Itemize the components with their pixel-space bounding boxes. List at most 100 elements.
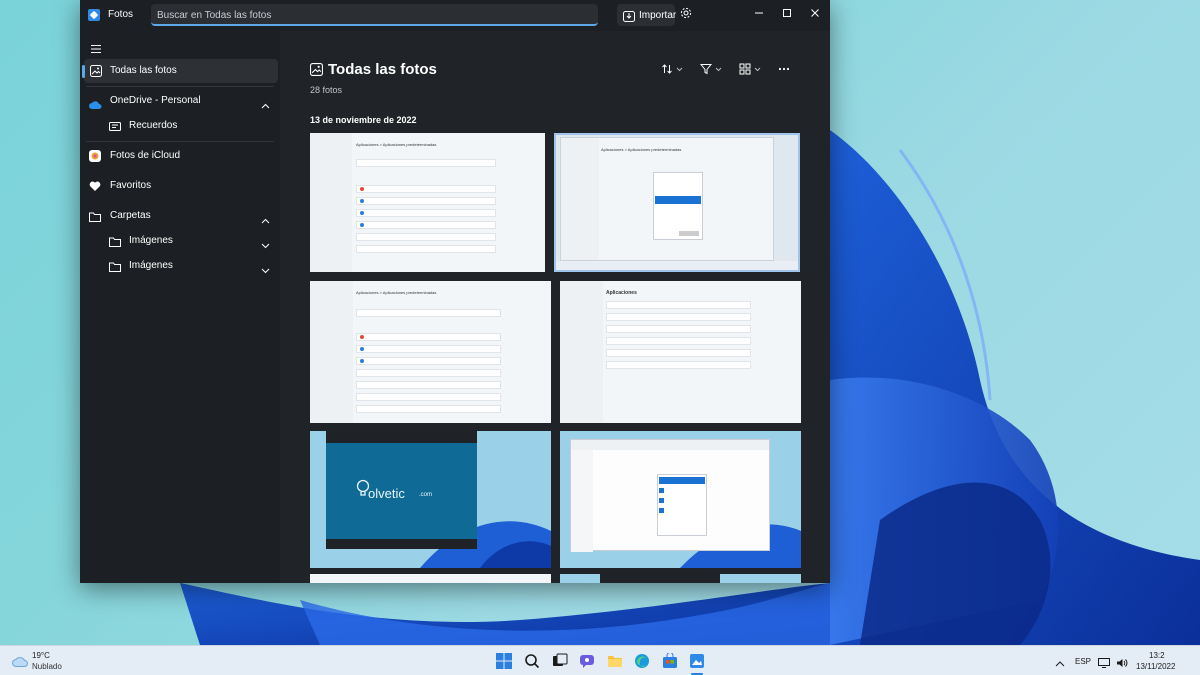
- import-button[interactable]: Importar: [617, 4, 677, 26]
- thumbnail-content: [606, 325, 751, 333]
- file-explorer-icon[interactable]: [607, 653, 623, 669]
- windows-start-icon[interactable]: [496, 653, 512, 669]
- sidebar-item-label: Favoritos: [110, 180, 152, 191]
- thumbnail-content: [310, 133, 353, 272]
- sidebar-item-label: Imágenes: [129, 260, 173, 271]
- thumbnail-content: [600, 574, 720, 583]
- thumbnail-caption: Aplicaciones > Aplicaciones predetermina…: [356, 142, 437, 147]
- volume-icon[interactable]: [1116, 655, 1132, 671]
- more-icon: [778, 67, 790, 71]
- thumbnail-content: olvetic .com: [326, 431, 477, 549]
- settings-gear-icon[interactable]: [680, 6, 692, 24]
- monitor-icon[interactable]: [1098, 655, 1114, 671]
- sidebar-item-memories[interactable]: Recuerdos: [80, 114, 280, 138]
- language-indicator[interactable]: ESP: [1075, 657, 1091, 666]
- weather-temperature[interactable]: 19°C: [32, 651, 50, 660]
- sidebar-item-folders[interactable]: Carpetas: [80, 204, 280, 228]
- photo-thumbnail[interactable]: [560, 574, 801, 583]
- thumbnail-content: [360, 187, 364, 191]
- thumbnail-content: [659, 508, 664, 513]
- search-box[interactable]: [151, 4, 662, 26]
- photos-app-icon[interactable]: [689, 653, 705, 669]
- thumbnail-content: [356, 209, 496, 217]
- thumbnail-content: [659, 498, 664, 503]
- thumbnail-content: [570, 439, 770, 552]
- photo-thumbnail[interactable]: [310, 574, 551, 583]
- thumbnail-content: [571, 440, 769, 450]
- thumbnail-content: [356, 369, 501, 377]
- folder-icon: [89, 209, 101, 227]
- minimize-icon: [755, 12, 763, 14]
- microsoft-store-icon[interactable]: [662, 652, 678, 669]
- main-content: Todas las fotos 28 fotos 13 de noviembre…: [280, 31, 830, 583]
- sidebar-item-icloud[interactable]: Fotos de iCloud: [80, 144, 280, 168]
- thumbnail-content: [571, 450, 593, 552]
- chevron-down-icon: [676, 67, 683, 71]
- sidebar-item-images-1[interactable]: Imágenes: [80, 229, 280, 253]
- thumbnail-content: [606, 337, 751, 345]
- sidebar-item-onedrive[interactable]: OneDrive - Personal: [80, 89, 280, 113]
- photo-thumbnail[interactable]: Aplicaciones > Aplicaciones predetermina…: [310, 281, 551, 423]
- thumbnail-content: [356, 309, 501, 317]
- thumbnail-content: Aplicaciones > Aplicaciones predetermina…: [560, 137, 774, 261]
- import-label: Importar: [639, 10, 677, 21]
- photo-count: 28 fotos: [310, 85, 343, 95]
- clock-date[interactable]: 13/11/2022: [1136, 662, 1175, 671]
- search-input[interactable]: [157, 7, 567, 23]
- edge-browser-icon[interactable]: [634, 653, 650, 669]
- photo-thumbnail[interactable]: Aplicaciones: [560, 281, 801, 423]
- thumbnail-content: [360, 335, 364, 339]
- thumbnail-caption: Aplicaciones: [606, 290, 637, 296]
- folder-icon: [109, 259, 121, 277]
- chat-icon[interactable]: [579, 653, 595, 669]
- thumbnail-content: [360, 223, 364, 227]
- thumbnail-content: [356, 159, 496, 167]
- chevron-down-icon[interactable]: [261, 236, 270, 254]
- chevron-up-icon[interactable]: [261, 96, 270, 114]
- olvetic-logo-suffix: .com: [419, 492, 433, 498]
- photo-thumbnail[interactable]: [560, 431, 801, 568]
- chevron-up-icon[interactable]: [261, 211, 270, 229]
- taskbar: 19°C Nublado ESP 13:2 13/11/2022: [0, 645, 1200, 675]
- task-view-icon[interactable]: [552, 653, 568, 669]
- weather-cloud-icon[interactable]: [12, 654, 28, 672]
- photo-thumbnail[interactable]: olvetic .com: [310, 431, 551, 568]
- close-icon: [811, 9, 819, 17]
- thumbnail-content: [360, 211, 364, 215]
- hamburger-menu-icon[interactable]: [90, 41, 102, 59]
- page-title: Todas las fotos: [328, 61, 437, 78]
- thumbnail-content: [606, 313, 751, 321]
- date-group-header: 13 de noviembre de 2022: [310, 115, 417, 125]
- sort-button[interactable]: [661, 61, 683, 77]
- thumbnail-content: [561, 138, 600, 260]
- thumbnail-content: [560, 281, 604, 423]
- photos-icon: [90, 64, 102, 82]
- sort-icon: [662, 64, 672, 74]
- sidebar-item-label: Todas las fotos: [110, 65, 177, 76]
- title-bar: Fotos Importar: [80, 0, 830, 31]
- sidebar-item-images-2[interactable]: Imágenes: [80, 254, 280, 278]
- clock-time[interactable]: 13:2: [1149, 651, 1165, 660]
- thumbnail-content: [655, 196, 701, 204]
- more-options-button[interactable]: [778, 61, 790, 77]
- app-title: Fotos: [108, 9, 134, 20]
- thumbnail-content: [356, 345, 501, 353]
- maximize-button[interactable]: [774, 3, 800, 23]
- photo-thumbnail-selected[interactable]: Aplicaciones > Aplicaciones predetermina…: [554, 133, 800, 272]
- chevron-up-icon[interactable]: [1055, 655, 1071, 671]
- filter-button[interactable]: [700, 61, 722, 77]
- icloud-icon: [89, 149, 101, 167]
- close-button[interactable]: [802, 3, 828, 23]
- photo-thumbnail[interactable]: Aplicaciones > Aplicaciones predetermina…: [310, 133, 545, 272]
- minimize-button[interactable]: [746, 3, 772, 23]
- chevron-down-icon[interactable]: [261, 261, 270, 279]
- search-icon[interactable]: [524, 653, 540, 669]
- grid-view-icon: [739, 63, 751, 75]
- sidebar-item-label: OneDrive - Personal: [110, 95, 201, 106]
- thumbnail-content: [356, 233, 496, 241]
- sidebar-item-favorites[interactable]: Favoritos: [80, 174, 280, 198]
- view-options-button[interactable]: [739, 61, 761, 77]
- weather-condition[interactable]: Nublado: [32, 662, 62, 671]
- sidebar-item-all-photos[interactable]: Todas las fotos: [82, 59, 278, 83]
- thumbnail-content: [356, 197, 496, 205]
